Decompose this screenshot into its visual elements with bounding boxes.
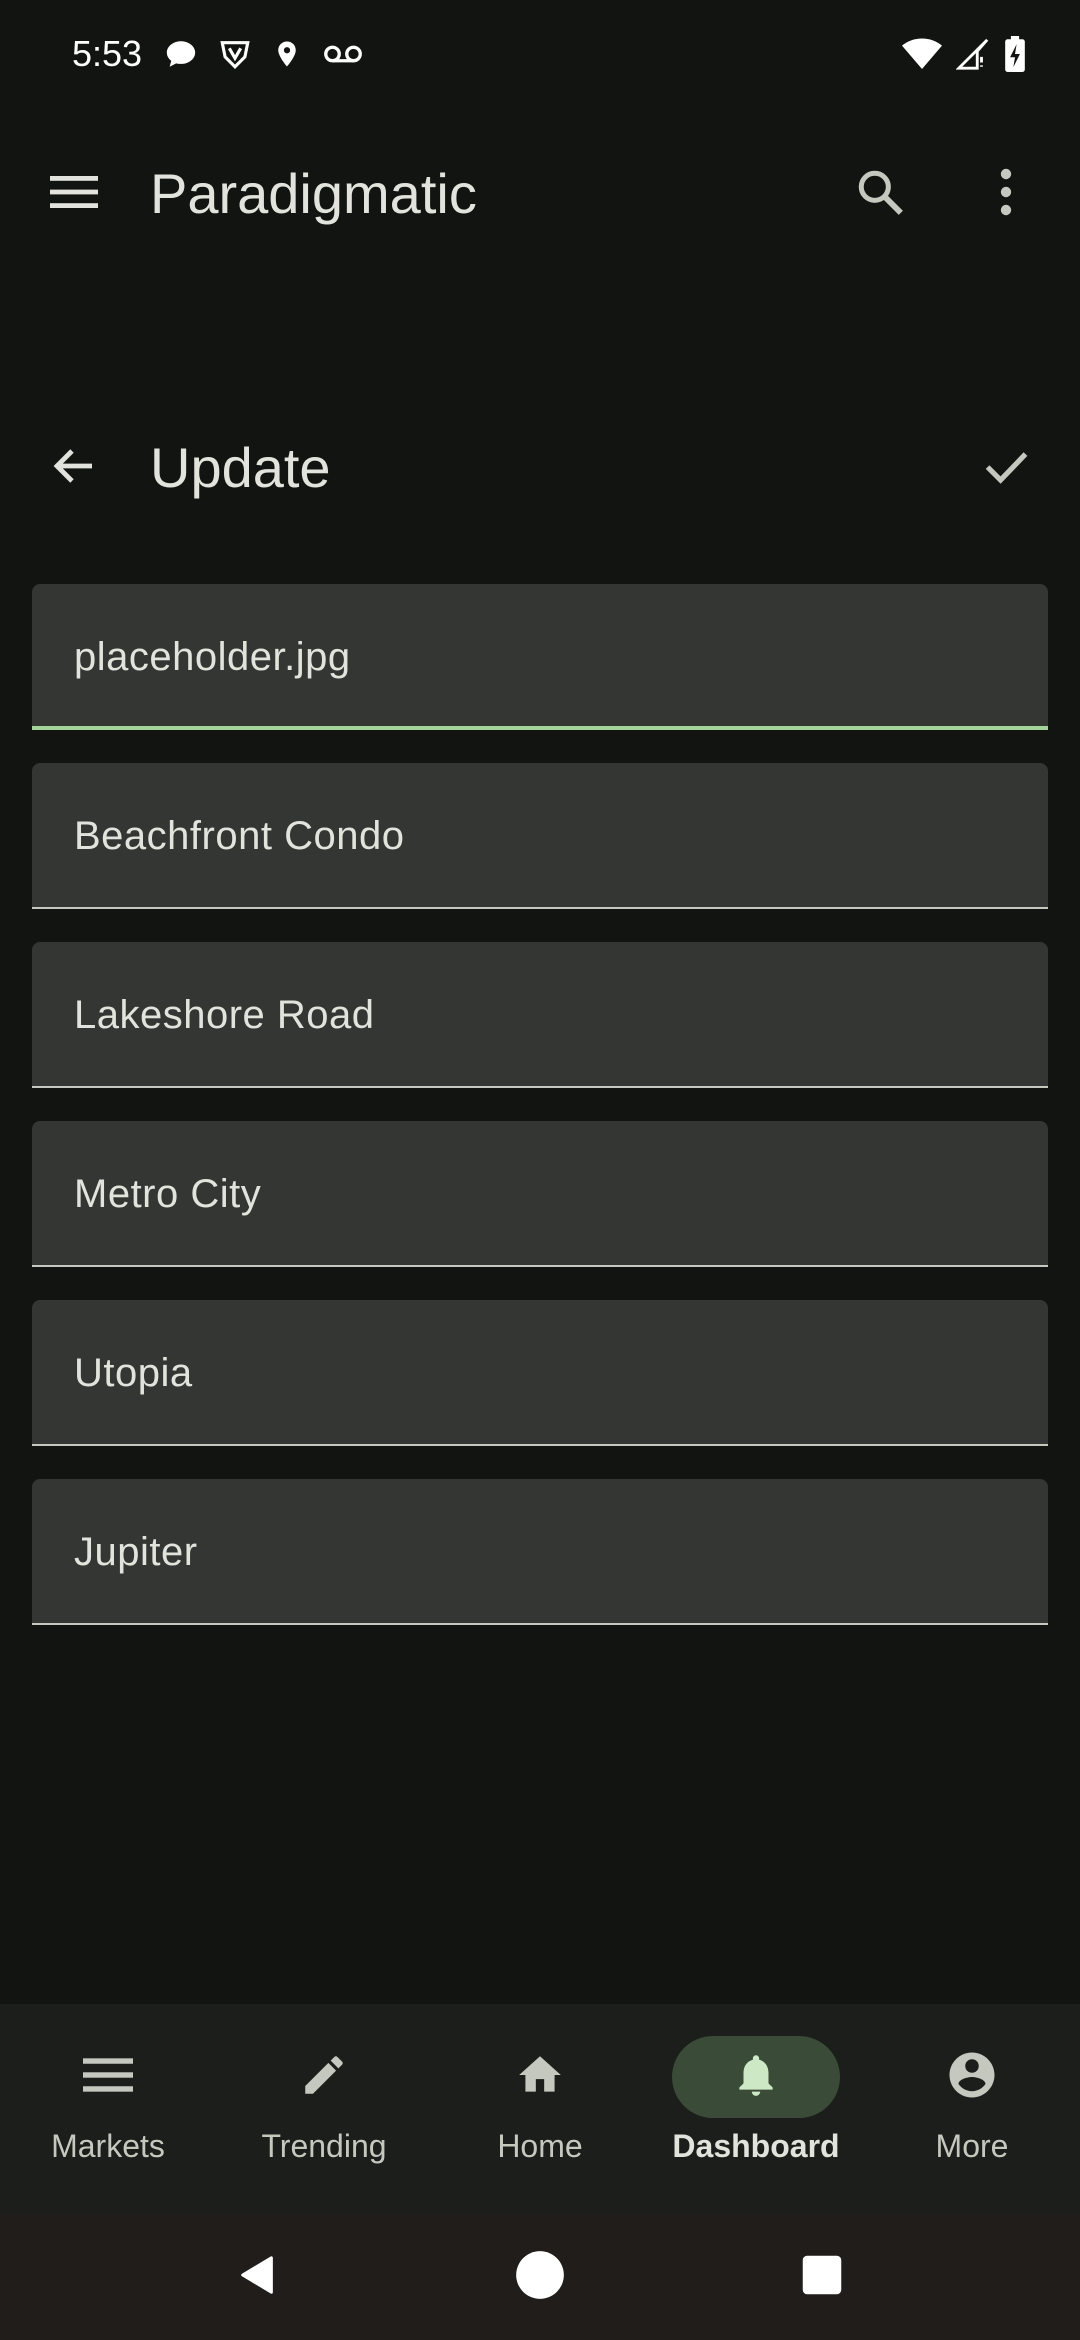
more-options-button[interactable] — [966, 158, 1046, 230]
nav-pill — [24, 2036, 192, 2118]
location-pin-icon — [272, 37, 302, 71]
field-value: Metro City — [74, 1171, 262, 1216]
system-back-button[interactable] — [218, 2244, 298, 2310]
status-bar: 5:53 — [0, 0, 1080, 108]
pencil-icon — [299, 2050, 349, 2105]
menu-button[interactable] — [34, 158, 114, 230]
nav-label: Trending — [261, 2128, 387, 2164]
status-system-icons — [902, 36, 1026, 72]
wifi-icon — [902, 37, 942, 71]
back-triangle-icon — [235, 2252, 281, 2303]
nav-pill — [240, 2036, 408, 2118]
app-title: Paradigmatic — [150, 162, 477, 225]
search-icon — [855, 167, 905, 222]
more-vert-icon — [998, 168, 1014, 221]
country-field[interactable]: Jupiter — [32, 1479, 1048, 1625]
home-icon — [515, 2050, 565, 2105]
top-app-bar: Paradigmatic — [0, 128, 1080, 256]
shield-v-icon — [218, 37, 252, 71]
list-icon — [83, 2055, 133, 2100]
back-button[interactable] — [34, 430, 114, 506]
nav-label: Dashboard — [672, 2128, 840, 2164]
field-value: Lakeshore Road — [74, 992, 375, 1037]
field-value: Beachfront Condo — [74, 813, 405, 858]
recents-square-icon — [801, 2254, 843, 2301]
field-value: Jupiter — [74, 1529, 198, 1574]
status-time: 5:53 — [72, 33, 143, 74]
nav-item-home[interactable]: Home — [432, 2004, 648, 2214]
confirm-button[interactable] — [966, 430, 1046, 506]
update-title: Update — [150, 436, 331, 499]
nav-item-more[interactable]: More — [864, 2004, 1080, 2214]
signal-icon — [956, 37, 990, 71]
image-file-field[interactable]: placeholder.jpg — [32, 584, 1048, 730]
nav-item-markets[interactable]: Markets — [0, 2004, 216, 2214]
state-field[interactable]: Utopia — [32, 1300, 1048, 1446]
field-value: Utopia — [74, 1350, 193, 1395]
title-field[interactable]: Beachfront Condo — [32, 763, 1048, 909]
menu-icon — [49, 174, 99, 215]
nav-pill — [888, 2036, 1056, 2118]
nav-label: Markets — [51, 2128, 165, 2164]
street-field[interactable]: Lakeshore Road — [32, 942, 1048, 1088]
nav-item-trending[interactable]: Trending — [216, 2004, 432, 2214]
status-left: 5:53 — [72, 33, 364, 75]
bell-icon — [731, 2050, 781, 2105]
nav-item-dashboard[interactable]: Dashboard — [648, 2004, 864, 2214]
account-circle-icon — [945, 2048, 999, 2107]
voicemail-icon — [322, 37, 364, 71]
battery-charging-icon — [1004, 36, 1026, 72]
update-header: Update — [0, 420, 1080, 516]
nav-pill-active — [672, 2036, 840, 2118]
check-icon — [980, 440, 1032, 497]
form-fields: placeholder.jpg Beachfront Condo Lakesho… — [32, 584, 1048, 1658]
system-navigation-bar — [0, 2214, 1080, 2340]
city-field[interactable]: Metro City — [32, 1121, 1048, 1267]
nav-pill — [456, 2036, 624, 2118]
system-recents-button[interactable] — [782, 2244, 862, 2310]
back-arrow-icon — [50, 442, 98, 495]
search-button[interactable] — [840, 158, 920, 230]
chat-bubble-icon — [164, 37, 198, 71]
system-home-button[interactable] — [500, 2244, 580, 2310]
field-value: placeholder.jpg — [74, 634, 351, 679]
status-notification-icons — [164, 37, 364, 71]
nav-label: Home — [497, 2128, 583, 2164]
bottom-navigation: Markets Trending Home Dashboard More — [0, 2004, 1080, 2214]
nav-label: More — [935, 2128, 1009, 2164]
home-circle-icon — [514, 2249, 566, 2306]
